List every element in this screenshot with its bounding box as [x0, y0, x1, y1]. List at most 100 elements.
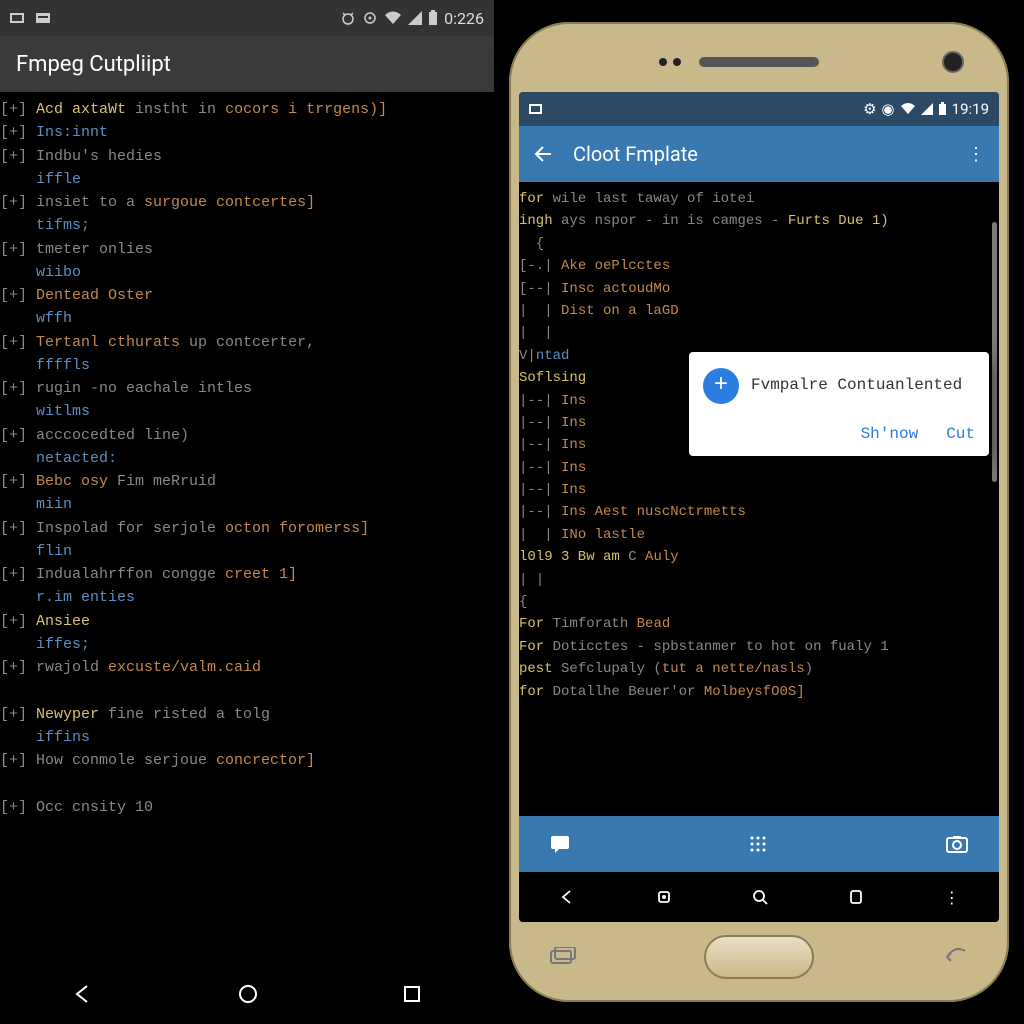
app-title: Fmpeg Cutpliipt: [16, 52, 171, 77]
dialog-cut-button[interactable]: Cut: [946, 422, 975, 448]
home-button[interactable]: [704, 935, 814, 979]
terminal-line: [+] rwajold excuste/valm.caid: [0, 656, 494, 679]
right-phone-mockup: ⚙ ◉ 19:19 Cloot: [494, 0, 1024, 1024]
notification-icon-2: [36, 11, 54, 25]
signal-icon: [921, 103, 933, 115]
nav-home-icon[interactable]: [237, 983, 259, 1005]
terminal-line: pest Sefclupaly (tut a nette/nasls): [519, 658, 999, 680]
terminal-line: l0l9 3 Bw am C Auly: [519, 546, 999, 568]
battery-icon: [938, 102, 947, 116]
terminal-line: iffins: [0, 726, 494, 749]
nav-search-icon[interactable]: [751, 888, 769, 906]
plus-icon: +: [703, 368, 739, 404]
terminal-line: wiibo: [0, 261, 494, 284]
terminal-line: witlms: [0, 400, 494, 423]
terminal-line: [+] Acd axtaWt instht in cocors i trrgen…: [0, 98, 494, 121]
settings-icon: ⚙: [863, 100, 876, 118]
terminal-line: For Doticctes - spbstanmer to hot on fua…: [519, 636, 999, 658]
terminal-line: netacted:: [0, 447, 494, 470]
terminal-line: flin: [0, 540, 494, 563]
terminal-line: | |: [519, 322, 999, 344]
nav-more-icon[interactable]: ⋮: [944, 888, 960, 907]
terminal-line: [+] Occ cnsity 10: [0, 796, 494, 819]
nav-back-icon[interactable]: [72, 983, 94, 1005]
notification-icon: [10, 11, 28, 25]
terminal-line: ingh ays nspor - in is camges - Furts Du…: [519, 210, 999, 232]
sync-icon: ◉: [882, 100, 895, 118]
terminal-line: [+] Bebc osy Fim meRruid: [0, 470, 494, 493]
status-bar: ⚙ ◉ 19:19: [519, 92, 999, 126]
terminal-line: {: [519, 591, 999, 613]
back-arrow-icon[interactable]: [531, 143, 553, 165]
dialog-title: Fvmpalre Contuanlented: [751, 373, 962, 399]
terminal-line: [0, 772, 494, 795]
terminal-line: for Dotallhe Beuer'or MolbeysfO0S]: [519, 681, 999, 703]
battery-icon: [428, 10, 438, 26]
terminal-line: [+] Ansiee: [0, 610, 494, 633]
terminal-line: ffffls: [0, 354, 494, 377]
chat-icon[interactable]: [549, 833, 571, 855]
terminal-line: | | INo lastle: [519, 524, 999, 546]
terminal-line: [+] Ins:innt: [0, 121, 494, 144]
android-nav-bar: ⋮: [519, 872, 999, 922]
terminal-line: wffh: [0, 307, 494, 330]
terminal-line: [+] tmeter onlies: [0, 238, 494, 261]
phone-bezel-bottom: [519, 922, 999, 992]
terminal-line: iffle: [0, 168, 494, 191]
terminal-line: | |: [519, 569, 999, 591]
back-button[interactable]: [941, 947, 969, 967]
phone-screen: ⚙ ◉ 19:19 Cloot: [519, 92, 999, 922]
alarm-icon: [340, 10, 356, 26]
terminal-line: [+] Inspolad for serjole octon foromerss…: [0, 517, 494, 540]
terminal-line: | | Dist on a laGD: [519, 300, 999, 322]
terminal-line: For Timforath Bead: [519, 613, 999, 635]
app-title: Cloot Fmplate: [573, 142, 698, 166]
terminal-line: r.im enties: [0, 586, 494, 609]
terminal-line: iffes;: [0, 633, 494, 656]
terminal-line: [--| Insc actoudMo: [519, 278, 999, 300]
terminal-line: [+] Indbu's hedies: [0, 145, 494, 168]
wifi-icon: [384, 11, 402, 25]
terminal-line: [+] acccocedted line): [0, 424, 494, 447]
terminal-line: [+] rugin -no eachale intles: [0, 377, 494, 400]
terminal-line: |--| Ins: [519, 479, 999, 501]
wifi-icon: [900, 103, 916, 115]
terminal-line: [+] How conmole serjoue concrector]: [0, 749, 494, 772]
terminal-line: |--| Ins Aest nuscNctrmetts: [519, 501, 999, 523]
terminal-output[interactable]: for wile last taway of ioteiingh ays nsp…: [519, 182, 999, 816]
phone-bezel-top: [519, 32, 999, 92]
front-camera: [942, 51, 964, 73]
android-nav-bar: [0, 964, 494, 1024]
terminal-output[interactable]: [+] Acd axtaWt instht in cocors i trrgen…: [0, 92, 494, 964]
signal-icon: [408, 11, 422, 25]
recent-apps-button[interactable]: [549, 947, 577, 967]
phone-frame: ⚙ ◉ 19:19 Cloot: [509, 22, 1009, 1002]
terminal-line: [-.| Ake oePlcctes: [519, 255, 999, 277]
terminal-line: [+] insiet to a surgoue contcertes]: [0, 191, 494, 214]
terminal-line: tifms;: [0, 214, 494, 237]
dialog: + Fvmpalre Contuanlented Sh'now Cut: [689, 352, 989, 456]
nav-recent-icon[interactable]: [402, 984, 422, 1004]
app-bar: Cloot Fmplate ⋮: [519, 126, 999, 182]
terminal-line: |--| Ins: [519, 457, 999, 479]
status-bar: 0:226: [0, 0, 494, 36]
terminal-line: [+] Tertanl cthurats up contcerter,: [0, 331, 494, 354]
status-time: 19:19: [952, 100, 989, 118]
notification-icon: [529, 103, 545, 115]
app-bar: Fmpeg Cutpliipt: [0, 36, 494, 92]
bottom-toolbar: [519, 816, 999, 872]
nav-home-icon[interactable]: [655, 888, 673, 906]
camera-icon[interactable]: [945, 834, 969, 854]
dialog-show-button[interactable]: Sh'now: [861, 422, 919, 448]
nav-back-icon[interactable]: [558, 888, 576, 906]
status-time: 0:226: [444, 9, 484, 28]
terminal-line: [+] Dentead Oster: [0, 284, 494, 307]
scrollbar[interactable]: [992, 222, 997, 482]
terminal-line: for wile last taway of iotei: [519, 188, 999, 210]
left-phone-screen: 0:226 Fmpeg Cutpliipt [+] Acd axtaWt ins…: [0, 0, 494, 1024]
nav-recent-icon[interactable]: [847, 888, 865, 906]
earpiece-speaker: [699, 57, 819, 67]
more-menu-icon[interactable]: ⋮: [967, 144, 987, 165]
terminal-line: miin: [0, 493, 494, 516]
keypad-icon[interactable]: [747, 833, 769, 855]
